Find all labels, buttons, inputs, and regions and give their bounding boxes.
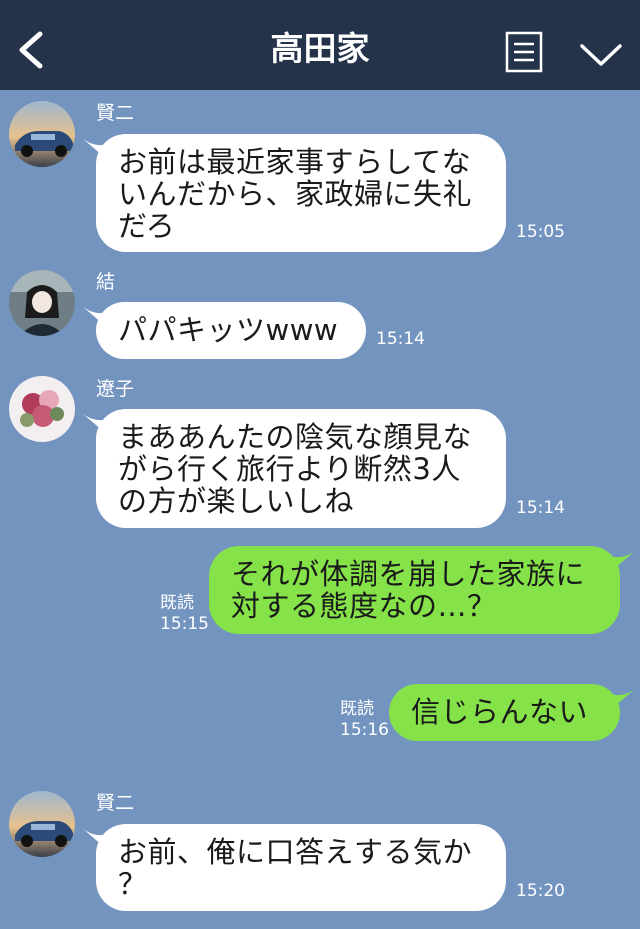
message-text: だろ	[118, 209, 176, 243]
menu-icon	[505, 31, 543, 73]
message-text: お前、俺に口答えする気か	[118, 835, 473, 869]
bubble-tail	[608, 688, 636, 712]
message-time: 15:05	[516, 222, 565, 242]
car-avatar-image	[9, 101, 75, 167]
message-text: パパキッツwww	[118, 313, 339, 347]
back-button[interactable]	[10, 24, 54, 74]
message-text: いんだから、家政婦に失礼	[118, 177, 473, 211]
message-bubble[interactable]: お前、俺に口答えする気か ？	[96, 824, 506, 911]
message-text: お前は最近家事すらしてな	[118, 145, 472, 179]
message-time: 15:20	[516, 881, 565, 901]
message-bubble[interactable]: お前は最近家事すらしてな いんだから、家政婦に失礼 だろ	[96, 134, 506, 252]
message-time: 15:16	[340, 720, 389, 740]
chevron-down-icon	[580, 44, 622, 66]
read-receipt: 既読	[340, 699, 374, 719]
avatar-yui[interactable]	[9, 270, 75, 336]
sender-name: 賢二	[96, 792, 135, 814]
message-text: 対する態度なの…？	[231, 589, 497, 623]
avatar-kenji[interactable]	[9, 101, 75, 167]
avatar-ryoko[interactable]	[9, 376, 75, 442]
dropdown-button[interactable]	[578, 38, 624, 70]
chevron-left-icon	[19, 31, 43, 69]
message-bubble[interactable]: まああんたの陰気な顔見な がら行く旅行より断然3人 の方が楽しいしね	[96, 409, 506, 528]
sender-name: 賢二	[96, 102, 135, 124]
car-avatar-image	[9, 791, 75, 857]
message-time: 15:14	[516, 498, 565, 518]
sender-name: 遼子	[96, 378, 135, 400]
message-text: の方が楽しいしね	[118, 484, 355, 518]
message-text: がら行く旅行より断然3人	[118, 452, 461, 486]
message-text: まああんたの陰気な顔見な	[118, 420, 473, 454]
message-text: それが体調を崩した家族に	[231, 557, 586, 591]
message-bubble[interactable]: それが体調を崩した家族に 対する態度なの…？	[209, 546, 620, 634]
chat-title: 高田家	[270, 29, 370, 68]
girl-avatar-image	[9, 270, 75, 336]
message-bubble[interactable]: 信じらんない	[389, 684, 620, 741]
message-time: 15:14	[376, 329, 425, 349]
chat-header: 高田家	[0, 0, 640, 90]
menu-button[interactable]	[505, 31, 543, 73]
flower-avatar-image	[9, 376, 75, 442]
sender-name: 結	[96, 271, 116, 293]
bubble-tail	[608, 550, 636, 574]
message-bubble[interactable]: パパキッツwww	[96, 302, 366, 359]
avatar-kenji[interactable]	[9, 791, 75, 857]
message-time: 15:15	[160, 614, 209, 634]
message-text: 信じらんない	[411, 695, 589, 729]
message-text: ？	[118, 867, 148, 901]
read-receipt: 既読	[160, 593, 194, 613]
